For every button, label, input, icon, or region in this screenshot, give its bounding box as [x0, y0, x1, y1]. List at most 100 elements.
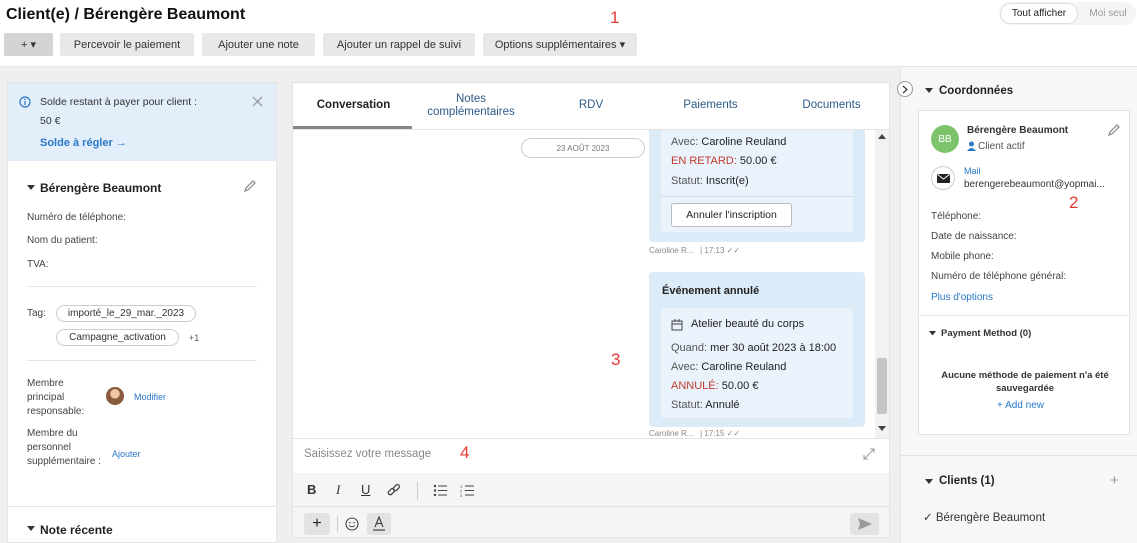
toolbar-divider: [417, 482, 418, 500]
text-format-button[interactable]: [367, 513, 391, 535]
add-dropdown-button[interactable]: + ▾: [4, 33, 53, 56]
general-phone-label: Numéro de téléphone général:: [931, 271, 1067, 282]
send-button[interactable]: [850, 513, 879, 535]
event-details: Atelier beauté du corps Quand: mer 30 ao…: [661, 308, 853, 418]
tag-chip[interactable]: importé_le_29_mar._2023: [56, 305, 196, 322]
tab-appointments[interactable]: RDV: [565, 99, 617, 112]
caret-down-icon[interactable]: [27, 185, 35, 191]
message-meta: Caroline R... | 17:13 ✓✓: [649, 246, 741, 255]
mobile-label: Mobile phone:: [931, 251, 994, 262]
scrollbar[interactable]: [875, 130, 889, 438]
info-icon: [19, 96, 31, 108]
more-options-button[interactable]: Options supplémentaires ▾: [483, 33, 637, 56]
person-icon: [967, 141, 976, 151]
bold-button[interactable]: B: [307, 482, 316, 497]
with-value: Caroline Reuland: [701, 136, 787, 148]
add-attachment-button[interactable]: +: [304, 513, 330, 535]
underline-button[interactable]: U: [361, 482, 370, 497]
expand-icon[interactable]: [862, 447, 876, 461]
mail-label: Mail: [964, 166, 981, 176]
modify-link[interactable]: Modifier: [134, 392, 166, 402]
late-value: 50.00 €: [739, 155, 777, 167]
add-note-button[interactable]: Ajouter une note: [202, 33, 315, 56]
main-member-label: Membre principal responsable:: [27, 378, 85, 417]
payment-method-title: Payment Method (0): [941, 328, 1032, 339]
scroll-down-icon[interactable]: [878, 426, 886, 432]
chevron-right-icon: [902, 85, 908, 94]
with-label: Avec:: [671, 136, 699, 148]
show-all-option[interactable]: Tout afficher: [1000, 3, 1078, 24]
contact-name: Bérengère Beaumont: [967, 125, 1069, 136]
add-payment-method-link[interactable]: + Add new: [997, 400, 1044, 411]
marker-3: 3: [611, 350, 621, 369]
date-chip: 23 AOÛT 2023: [521, 138, 645, 158]
top-bar: Client(e) / Bérengère Beaumont + ▾ Perce…: [0, 0, 1137, 67]
caret-down-icon[interactable]: [929, 331, 936, 336]
event-name: Atelier beauté du corps: [691, 318, 805, 330]
linked-client-item[interactable]: ✓ Bérengère Beaumont: [923, 510, 1045, 524]
event-card-title: Événement annulé: [662, 285, 760, 297]
message-meta: Caroline R... | 17:15 ✓✓: [649, 429, 741, 438]
caret-down-icon[interactable]: [925, 88, 933, 94]
tab-notes[interactable]: Notes complémentaires: [416, 93, 526, 119]
more-options-link[interactable]: Plus d'options: [931, 292, 993, 303]
settle-balance-link[interactable]: Solde à régler →: [40, 137, 127, 149]
mail-button[interactable]: [931, 166, 955, 190]
section-title-contact: Coordonnées: [939, 85, 1014, 97]
marker-1: 1: [610, 8, 620, 27]
scrollbar-thumb[interactable]: [877, 358, 887, 414]
phone-label: Téléphone:: [931, 211, 982, 222]
emoji-icon[interactable]: [345, 517, 359, 531]
collect-payment-button[interactable]: Percevoir le paiement: [60, 33, 194, 56]
link-icon[interactable]: [387, 484, 401, 498]
caret-down-icon[interactable]: [925, 479, 933, 485]
tag-label: Tag:: [27, 308, 46, 319]
divider: [8, 506, 276, 507]
cancelled-event-card: Événement annulé Atelier beauté du corps…: [649, 272, 865, 427]
numbered-list-icon[interactable]: 123: [460, 484, 474, 497]
mail-value[interactable]: berengerebeaumont@yopmai...: [964, 179, 1105, 190]
add-member-link[interactable]: Ajouter: [112, 449, 141, 459]
extra-member-label: Membre du personnel supplémentaire :: [27, 428, 101, 467]
appointment-card: Avec: Caroline Reuland EN RETARD: 50.00 …: [649, 130, 865, 242]
collapse-sidebar-button[interactable]: [897, 81, 913, 97]
cancel-registration-button[interactable]: Annuler l'inscription: [671, 203, 792, 227]
balance-amount: 50 €: [40, 115, 61, 127]
tag-chip[interactable]: Campagne_activation: [56, 329, 179, 346]
add-followup-reminder-button[interactable]: Ajouter un rappel de suivi: [323, 33, 475, 56]
composer-toolbar: B I U 123 +: [293, 473, 889, 537]
edit-pencil-icon[interactable]: [243, 179, 257, 193]
caret-down-icon[interactable]: [27, 526, 35, 532]
bullet-list-icon[interactable]: [433, 484, 447, 497]
divider: [901, 455, 1137, 456]
vat-label: TVA:: [27, 259, 49, 270]
text-format-icon: [373, 516, 385, 531]
cancelled-value: 50.00 €: [721, 380, 759, 392]
phone-field-label: Numéro de téléphone:: [27, 212, 126, 223]
message-thread: 23 AOÛT 2023 Avec: Caroline Reuland EN R…: [293, 130, 889, 438]
message-input[interactable]: Saisissez votre message: [304, 448, 431, 460]
divider: [293, 506, 889, 507]
more-tags-count[interactable]: +1: [189, 333, 199, 343]
divider: [27, 360, 257, 361]
add-client-button[interactable]: +: [1110, 472, 1119, 489]
visibility-toggle[interactable]: Tout afficher Moi seul: [999, 2, 1136, 25]
scroll-up-icon[interactable]: [878, 134, 886, 140]
marker-4: 4: [460, 443, 470, 462]
status-value: Inscrit(e): [705, 175, 749, 187]
contact-card: BB Bérengère Beaumont Client actif Mail …: [918, 110, 1130, 435]
tab-documents[interactable]: Documents: [793, 99, 870, 112]
only-me-option[interactable]: Moi seul: [1083, 3, 1133, 24]
tab-conversation[interactable]: Conversation: [307, 99, 400, 112]
with-value: Caroline Reuland: [701, 361, 787, 373]
edit-pencil-icon[interactable]: [1107, 123, 1121, 137]
divider: [919, 315, 1129, 316]
close-icon[interactable]: [252, 96, 263, 107]
mail-icon: [937, 174, 950, 183]
send-icon: [858, 518, 872, 530]
patient-name-label: Nom du patient:: [27, 235, 98, 246]
tab-payments[interactable]: Paiements: [673, 99, 748, 112]
clients-section-title: Clients (1): [939, 475, 995, 487]
calendar-icon: [671, 319, 683, 331]
italic-button[interactable]: I: [336, 482, 340, 498]
